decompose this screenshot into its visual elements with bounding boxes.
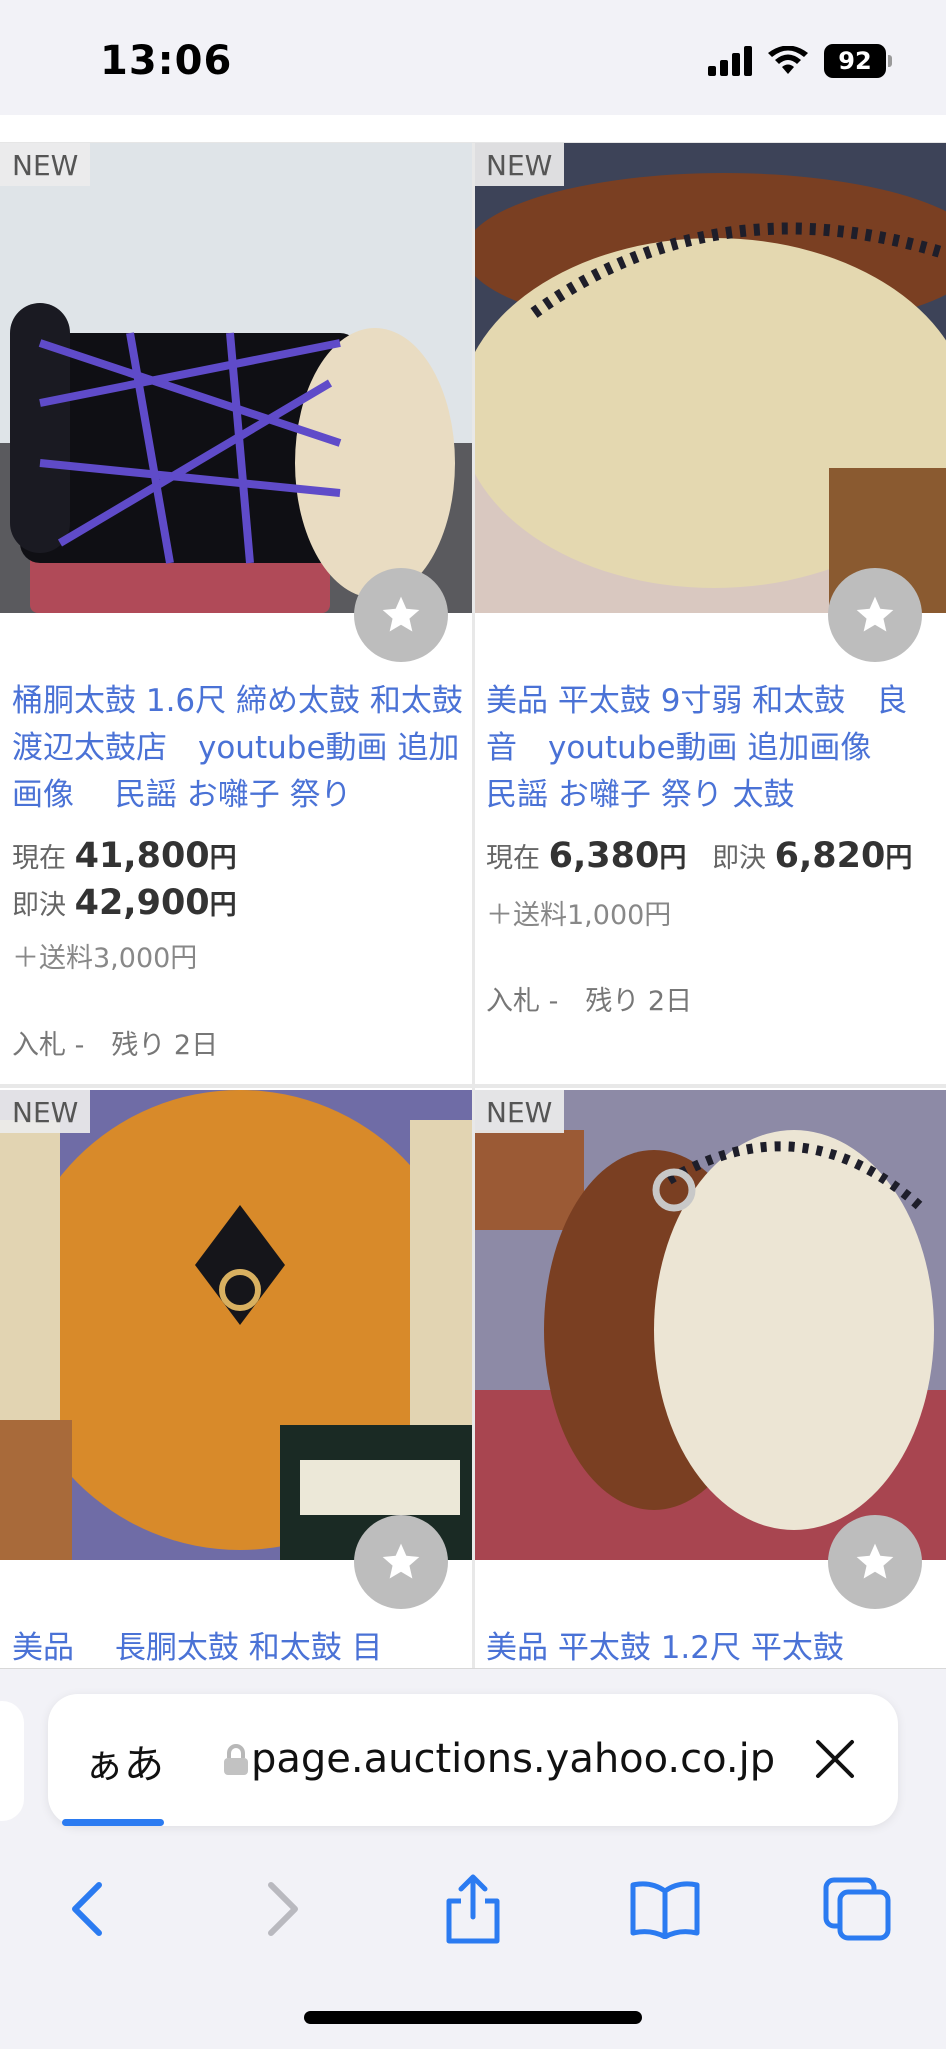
listing-photo[interactable] — [474, 1090, 946, 1560]
tabs-button[interactable] — [812, 1864, 902, 1954]
previous-tab-peek[interactable] — [0, 1701, 24, 1821]
new-badge: NEW — [474, 143, 565, 186]
bookmarks-button[interactable] — [620, 1864, 710, 1954]
listing-card[interactable]: NEW 桶胴太鼓 1.6尺 締め太鼓 和太鼓 渡辺太鼓店 youtube動画 追… — [0, 143, 472, 1083]
buy-now-label: 即決 — [712, 843, 767, 874]
wifi-icon — [768, 46, 808, 74]
listing-title[interactable]: 美品 平太鼓 9寸弱 和太鼓 良音 youtube動画 追加画像 民謡 お囃子 … — [486, 678, 938, 819]
page-settings-button[interactable]: ぁあ — [84, 1732, 164, 1790]
favorite-button[interactable] — [828, 1515, 922, 1609]
grid-divider-vertical — [472, 143, 475, 1671]
listing-photo[interactable] — [0, 1090, 472, 1560]
new-badge: NEW — [474, 1090, 565, 1133]
new-badge: NEW — [0, 1090, 91, 1133]
star-icon — [856, 596, 894, 632]
bookmarks-icon — [630, 1881, 700, 1939]
share-button[interactable] — [428, 1864, 518, 1954]
buy-now-price-line: 即決 42,900円 — [12, 883, 237, 923]
listing-title[interactable]: 美品 長胴太鼓 和太鼓 目 — [12, 1625, 464, 1672]
signal-icon — [708, 46, 752, 76]
home-indicator — [304, 2011, 642, 2024]
favorite-button[interactable] — [354, 568, 448, 662]
price-line: 現在 6,380円 即決 6,820円 — [486, 836, 912, 876]
url-value: page.auctions.yahoo.co.jp — [251, 1736, 776, 1782]
current-price-label: 現在 — [486, 843, 540, 874]
forward-button[interactable] — [238, 1864, 328, 1954]
status-bar: 13:06 92 — [0, 0, 946, 115]
tabs-icon — [823, 1877, 891, 1941]
bids-remaining: 入札 - 残り 2日 — [486, 986, 693, 1017]
listing-card[interactable]: NEW 美品 平太鼓 1.2尺 平太鼓 — [474, 1090, 946, 1670]
close-icon[interactable] — [812, 1736, 858, 1782]
yen-unit: 円 — [209, 843, 237, 874]
address-bar[interactable]: ぁあ page.auctions.yahoo.co.jp — [48, 1694, 898, 1826]
favorite-button[interactable] — [354, 1515, 448, 1609]
status-icons: 92 — [708, 44, 892, 78]
listing-card[interactable]: NEW 美品 平太鼓 9寸弱 和太鼓 良音 youtube動画 追加画像 民謡 … — [474, 143, 946, 1083]
new-badge: NEW — [0, 143, 91, 186]
shipping-fee: ＋送料3,000円 — [12, 943, 198, 974]
yen-unit: 円 — [885, 843, 913, 874]
listing-photo[interactable] — [0, 143, 472, 613]
back-button[interactable] — [42, 1864, 132, 1954]
buy-now-price: 42,900 — [74, 883, 210, 923]
forward-icon — [268, 1882, 298, 1936]
yen-unit: 円 — [659, 843, 687, 874]
buy-now-label: 即決 — [12, 890, 66, 921]
page-load-progress — [62, 1819, 164, 1826]
yen-unit: 円 — [209, 890, 237, 921]
buy-now-price: 6,820 — [774, 836, 886, 876]
listing-title[interactable]: 美品 平太鼓 1.2尺 平太鼓 — [486, 1625, 938, 1672]
current-price: 41,800 — [74, 836, 210, 876]
grid-divider-horizontal — [0, 1084, 946, 1088]
browser-toolbar — [0, 1864, 946, 1954]
current-price-line: 現在 41,800円 — [12, 836, 237, 876]
battery-indicator: 92 — [824, 44, 892, 78]
bids-remaining: 入札 - 残り 2日 — [12, 1030, 219, 1061]
page-top-gap — [0, 115, 946, 144]
current-price: 6,380 — [548, 836, 660, 876]
star-icon — [382, 1543, 420, 1579]
current-price-label: 現在 — [12, 843, 66, 874]
browser-bottom-bar: ぁあ page.auctions.yahoo.co.jp — [0, 1668, 946, 2049]
listing-title[interactable]: 桶胴太鼓 1.6尺 締め太鼓 和太鼓 渡辺太鼓店 youtube動画 追加画像 … — [12, 678, 464, 819]
star-icon — [382, 596, 420, 632]
star-icon — [856, 1543, 894, 1579]
back-icon — [72, 1882, 102, 1936]
url-text[interactable]: page.auctions.yahoo.co.jp — [223, 1736, 775, 1782]
shipping-fee: ＋送料1,000円 — [486, 900, 672, 931]
listing-photo[interactable] — [474, 143, 946, 613]
status-time: 13:06 — [100, 38, 233, 84]
listing-card[interactable]: NEW 美品 長胴太鼓 和太鼓 目 — [0, 1090, 472, 1670]
share-icon — [446, 1874, 500, 1944]
favorite-button[interactable] — [828, 568, 922, 662]
